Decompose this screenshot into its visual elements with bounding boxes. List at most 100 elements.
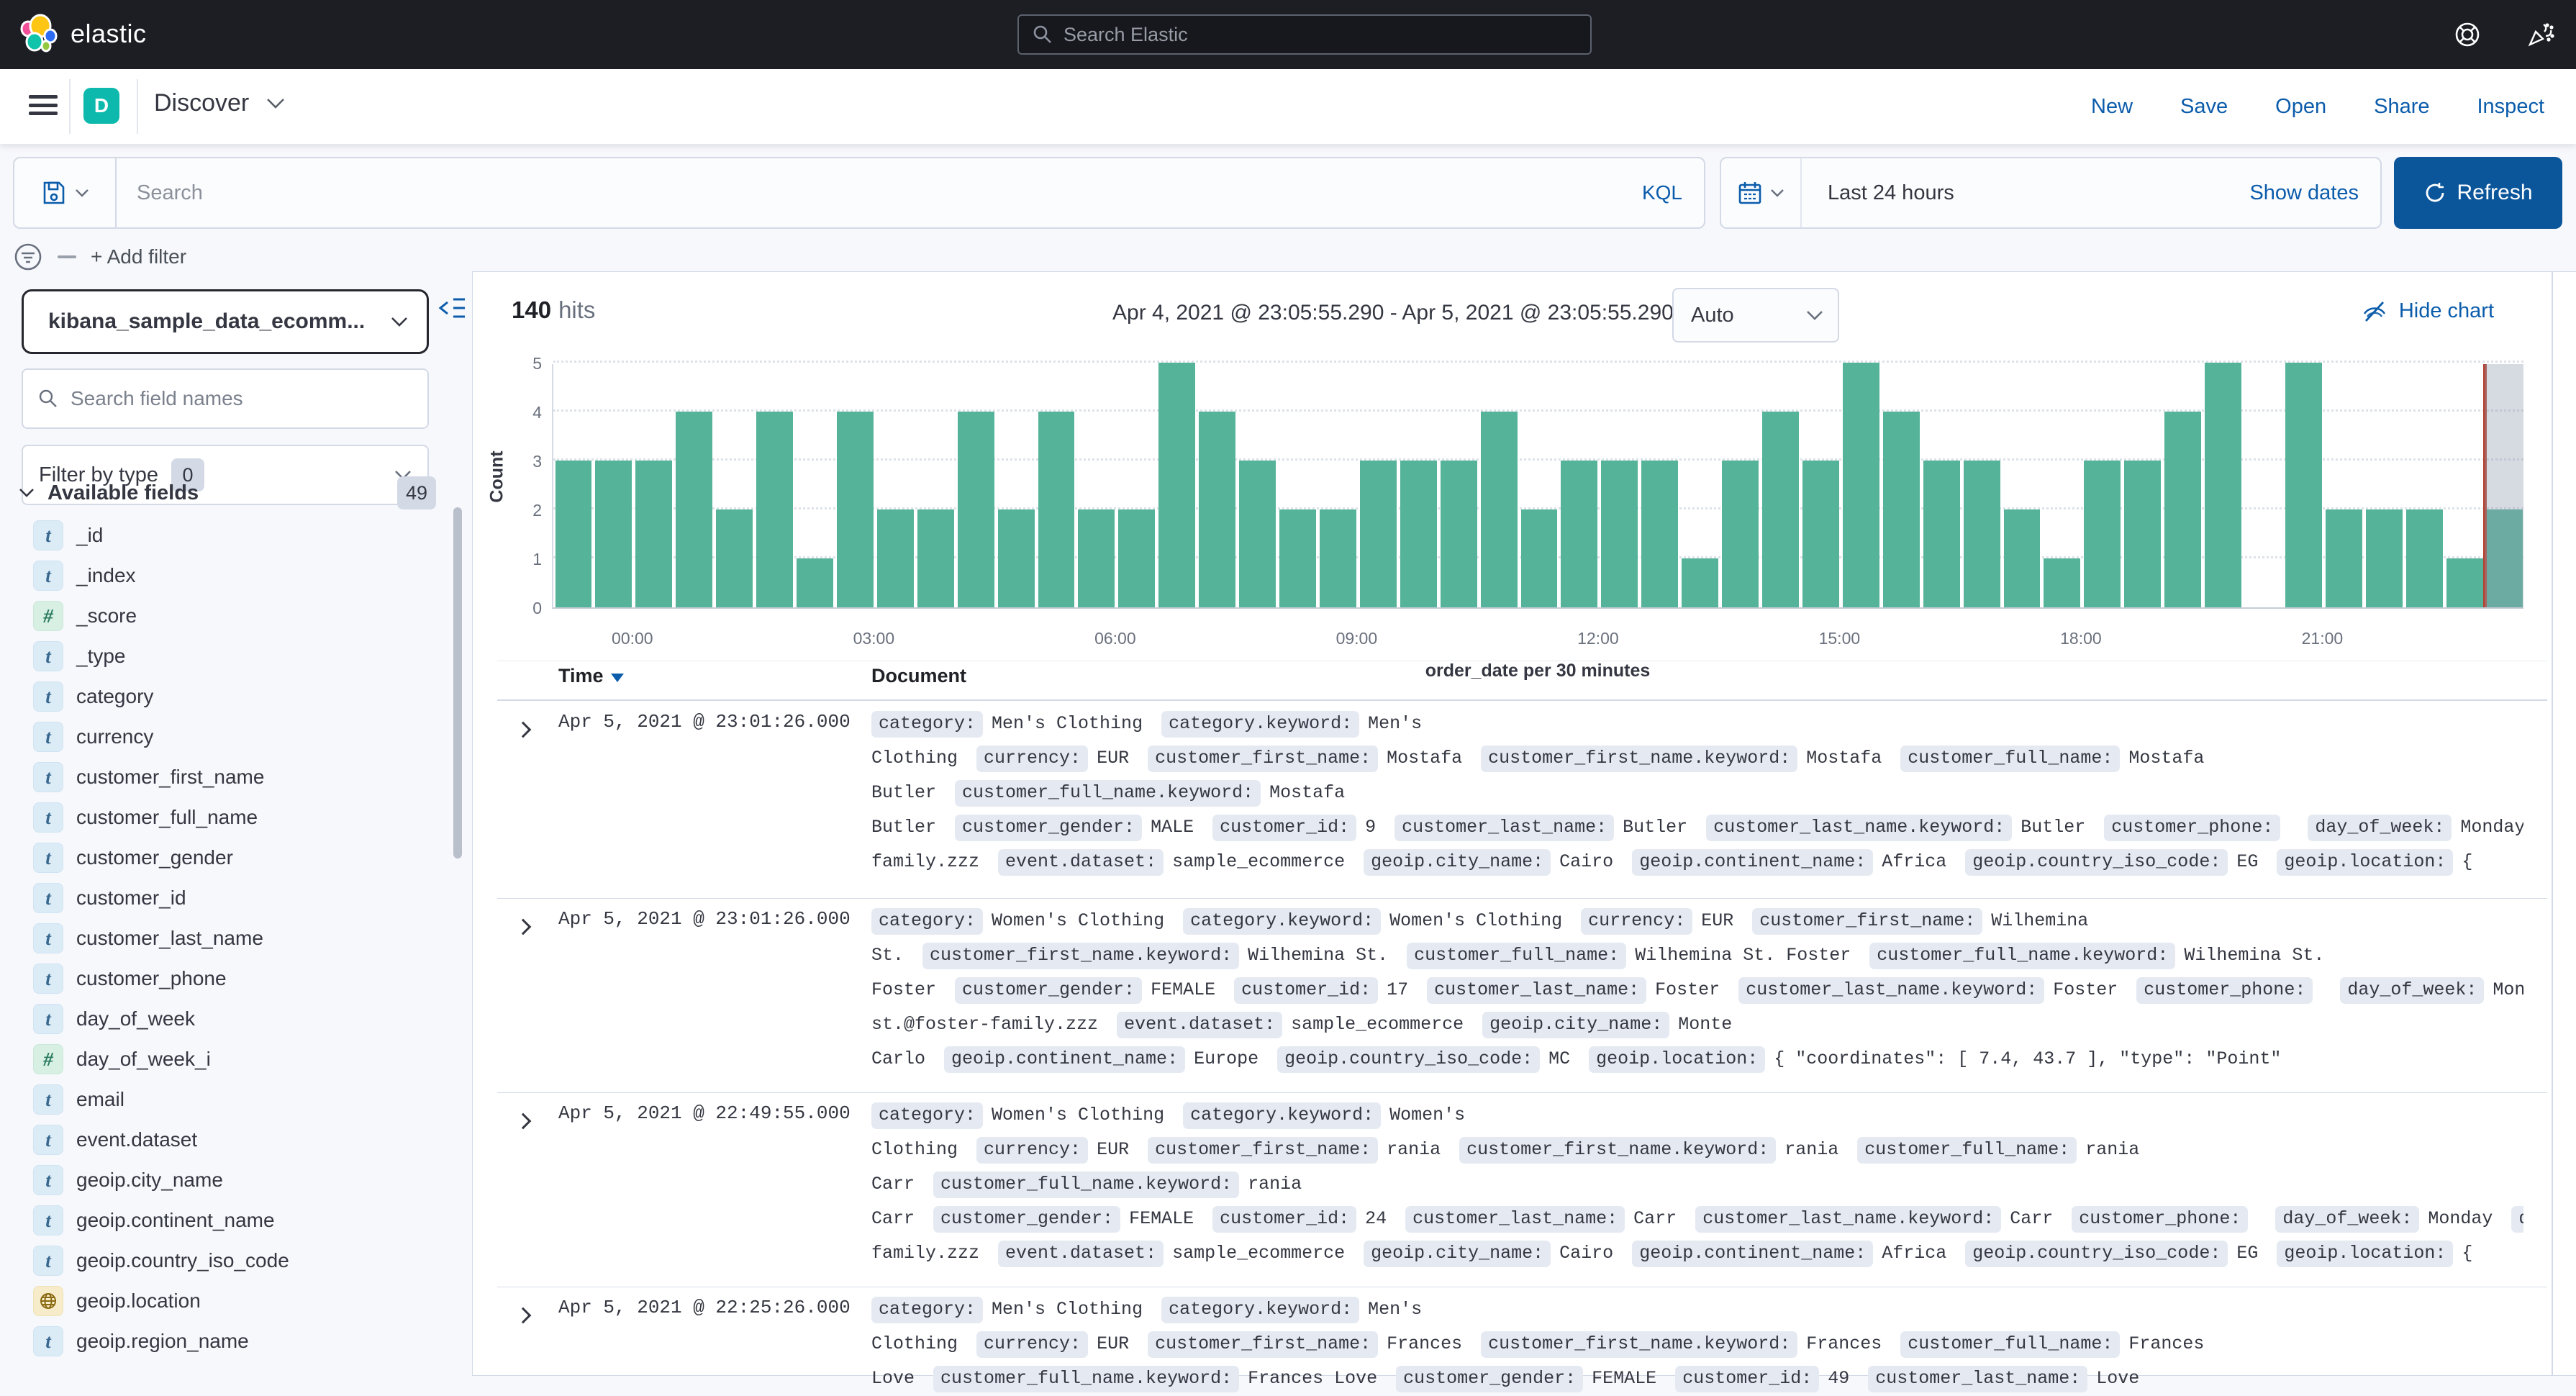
field-name-badge[interactable]: event.dataset: (998, 849, 1164, 876)
histogram-chart[interactable] (552, 364, 2523, 609)
field-item-customer_first_name[interactable]: tcustomer_first_name (0, 757, 446, 797)
field-name-badge[interactable]: geoip.location: (1589, 1046, 1765, 1073)
histogram-bar[interactable] (1762, 412, 1799, 607)
field-name-badge[interactable]: customer_id: (1212, 1206, 1356, 1233)
nav-save-button[interactable]: Save (2180, 95, 2228, 119)
expand-row-icon[interactable] (515, 1307, 532, 1324)
field-name-badge[interactable]: customer_gender: (955, 977, 1142, 1004)
field-item-_index[interactable]: t_index (0, 556, 446, 596)
help-icon[interactable] (2454, 21, 2481, 48)
field-name-badge[interactable]: customer_phone: (2104, 815, 2280, 841)
field-name-badge[interactable]: geoip.country_iso_code: (1965, 1241, 2228, 1267)
histogram-bar[interactable] (756, 412, 793, 607)
histogram-bar[interactable] (716, 509, 753, 607)
field-name-badge[interactable]: customer_full_name: (1900, 1331, 2120, 1358)
field-name-badge[interactable]: day_of_week: (2308, 815, 2452, 841)
field-name-badge[interactable]: customer_full_name: (1407, 943, 1626, 969)
hide-chart-button[interactable]: Hide chart (2362, 299, 2494, 323)
field-item-geoip.location[interactable]: geoip.location (0, 1281, 446, 1321)
field-name-badge[interactable]: customer_last_name: (1868, 1366, 2087, 1392)
histogram-bar[interactable] (2326, 509, 2362, 607)
histogram-bar[interactable] (1360, 461, 1397, 607)
filter-icon[interactable] (13, 242, 43, 272)
field-item-_score[interactable]: #_score (0, 596, 446, 636)
index-pattern-select[interactable]: kibana_sample_data_ecomm... (22, 289, 429, 354)
expand-row-icon[interactable] (515, 722, 532, 738)
global-search-input[interactable] (1063, 24, 1577, 46)
field-name-badge[interactable]: geoip.city_name: (1364, 849, 1551, 876)
main-scrollbar[interactable] (2552, 272, 2553, 1375)
histogram-bar[interactable] (1279, 509, 1316, 607)
field-name-badge[interactable]: customer_first_name.keyword: (922, 943, 1239, 969)
histogram-bar[interactable] (1481, 412, 1518, 607)
field-name-badge[interactable]: category.keyword: (1183, 1102, 1381, 1129)
field-name-badge[interactable]: category.keyword: (1161, 711, 1359, 738)
nav-open-button[interactable]: Open (2275, 95, 2326, 119)
histogram-bar[interactable] (1601, 461, 1638, 607)
histogram-bar[interactable] (2084, 461, 2121, 607)
field-item-_id[interactable]: t_id (0, 515, 446, 556)
query-language-button[interactable]: KQL (1620, 181, 1704, 204)
collapse-sidebar-icon[interactable] (437, 294, 466, 322)
expand-row-icon[interactable] (515, 919, 532, 935)
add-filter-button[interactable]: + Add filter (91, 245, 186, 268)
histogram-bar[interactable] (917, 509, 954, 607)
field-name-badge[interactable]: day_of_week: (2340, 977, 2484, 1004)
field-name-badge[interactable]: category: (871, 711, 983, 738)
field-name-badge[interactable]: customer_last_name: (1394, 815, 1614, 841)
field-name-badge[interactable]: customer_first_name: (1148, 1137, 1378, 1164)
saved-query-menu-button[interactable] (14, 158, 117, 227)
histogram-bar[interactable] (1722, 461, 1759, 607)
histogram-bar[interactable] (1923, 461, 1960, 607)
field-name-badge[interactable]: customer_full_name.keyword: (1869, 943, 2175, 969)
field-name-badge[interactable]: customer_id: (1212, 815, 1356, 841)
histogram-bar[interactable] (1964, 461, 2000, 607)
field-item-currency[interactable]: tcurrency (0, 717, 446, 757)
time-range-value[interactable]: Last 24 hours (1802, 181, 2249, 205)
histogram-bar[interactable] (877, 509, 914, 607)
histogram-bar[interactable] (1239, 461, 1276, 607)
histogram-bar[interactable] (2124, 461, 2161, 607)
histogram-bar[interactable] (2285, 363, 2322, 607)
histogram-bar[interactable] (1843, 363, 1879, 607)
histogram-bar[interactable] (1441, 461, 1477, 607)
available-fields-header[interactable]: Available fields 49 (19, 476, 436, 509)
field-name-badge[interactable]: customer_gender: (933, 1206, 1120, 1233)
field-name-badge[interactable]: geoip.city_name: (1482, 1012, 1669, 1038)
field-item-event.dataset[interactable]: tevent.dataset (0, 1120, 446, 1160)
histogram-bar[interactable] (2446, 558, 2483, 607)
global-search[interactable] (1017, 14, 1592, 55)
histogram-bar[interactable] (837, 412, 874, 607)
field-name-badge[interactable]: category.keyword: (1161, 1297, 1359, 1323)
histogram-bar[interactable] (1682, 558, 1718, 607)
field-item-day_of_week_i[interactable]: #day_of_week_i (0, 1039, 446, 1079)
sidebar-scrollbar[interactable] (453, 507, 462, 858)
elastic-logo[interactable]: elastic (19, 13, 147, 55)
field-name-badge[interactable]: customer_last_name: (1405, 1206, 1625, 1233)
field-name-badge[interactable]: customer_first_name.keyword: (1481, 745, 1797, 772)
field-name-badge[interactable]: category.keyword: (1183, 908, 1381, 935)
histogram-bar[interactable] (1521, 509, 1558, 607)
field-name-badge[interactable]: geoip.location: (2277, 849, 2453, 876)
field-name-badge[interactable]: customer_first_name: (1148, 1331, 1378, 1358)
histogram-bar[interactable] (1158, 363, 1195, 607)
histogram-bar[interactable] (1400, 461, 1437, 607)
histogram-bar[interactable] (2164, 412, 2201, 607)
show-dates-button[interactable]: Show dates (2249, 181, 2380, 205)
time-column-header[interactable]: Time (558, 665, 624, 687)
field-item-customer_id[interactable]: tcustomer_id (0, 878, 446, 918)
field-item-geoip.city_name[interactable]: tgeoip.city_name (0, 1160, 446, 1200)
histogram-bar[interactable] (1320, 509, 1356, 607)
histogram-bar[interactable] (2004, 509, 2041, 607)
expand-row-icon[interactable] (515, 1113, 532, 1130)
field-name-badge[interactable]: customer_id: (1234, 977, 1378, 1004)
field-item-customer_last_name[interactable]: tcustomer_last_name (0, 918, 446, 958)
field-item-category[interactable]: tcategory (0, 676, 446, 717)
field-name-badge[interactable]: day_of_week_i: (2511, 1206, 2523, 1233)
field-name-badge[interactable]: customer_full_name: (1900, 745, 2120, 772)
calendar-menu-button[interactable] (1721, 158, 1802, 227)
field-name-badge[interactable]: customer_full_name.keyword: (933, 1171, 1239, 1198)
nav-inspect-button[interactable]: Inspect (2477, 95, 2545, 119)
histogram-bar[interactable] (595, 461, 632, 607)
field-item-geoip.country_iso_code[interactable]: tgeoip.country_iso_code (0, 1241, 446, 1281)
